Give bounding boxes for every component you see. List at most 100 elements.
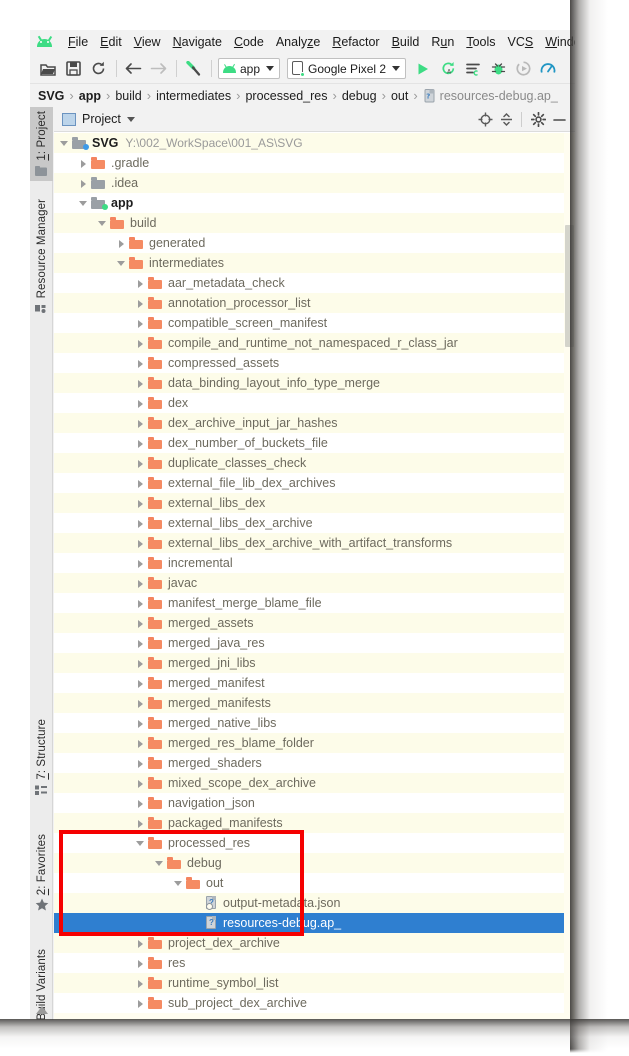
tree-row[interactable]: merged_jni_libs	[54, 653, 564, 673]
sidebar-item-resource-manager[interactable]: Resource Manager	[30, 195, 53, 318]
tree-row[interactable]: compatible_screen_manifest	[54, 313, 564, 333]
chevron-right-icon[interactable]	[135, 398, 146, 409]
tree-row[interactable]: .idea	[54, 173, 564, 193]
tree-row[interactable]: ? output-metadata.json	[54, 893, 564, 913]
tree-row[interactable]: annotation_processor_list	[54, 293, 564, 313]
menu-analyze[interactable]: Analyze	[270, 33, 326, 51]
chevron-right-icon[interactable]	[135, 458, 146, 469]
sync-project-icon[interactable]	[88, 59, 108, 79]
sidebar-item-project[interactable]: 1: Project	[30, 107, 53, 181]
apply-code-changes-icon[interactable]	[463, 59, 483, 79]
chevron-down-icon[interactable]	[154, 858, 165, 869]
menu-tools[interactable]: Tools	[460, 33, 501, 51]
menu-view[interactable]: View	[128, 33, 167, 51]
tree-row[interactable]: project_dex_archive	[54, 933, 564, 953]
navigate-forward-icon[interactable]	[148, 59, 168, 79]
chevron-down-icon[interactable]	[173, 878, 184, 889]
chevron-right-icon[interactable]	[135, 958, 146, 969]
chevron-right-icon[interactable]	[135, 978, 146, 989]
menu-build[interactable]: Build	[386, 33, 426, 51]
tree-row[interactable]: duplicate_classes_check	[54, 453, 564, 473]
chevron-right-icon[interactable]	[135, 678, 146, 689]
breadcrumb-item-2[interactable]: build	[115, 89, 141, 103]
tree-row[interactable]: SVG Y:\002_WorkSpace\001_AS\SVG	[54, 133, 564, 153]
chevron-right-icon[interactable]	[135, 298, 146, 309]
tree-row[interactable]: merged_manifest	[54, 673, 564, 693]
chevron-right-icon[interactable]	[78, 158, 89, 169]
chevron-right-icon[interactable]	[135, 438, 146, 449]
tree-row[interactable]: incremental	[54, 553, 564, 573]
tree-row[interactable]: javac	[54, 573, 564, 593]
tree-row[interactable]: external_libs_dex_archive_with_artifact_…	[54, 533, 564, 553]
tree-row[interactable]: compressed_assets	[54, 353, 564, 373]
tree-row[interactable]: external_libs_dex	[54, 493, 564, 513]
breadcrumb-item-0[interactable]: SVG	[38, 89, 64, 103]
tree-row-selected[interactable]: ? resources-debug.ap_	[54, 913, 564, 933]
menu-refactor[interactable]: Refactor	[326, 33, 385, 51]
chevron-right-icon[interactable]	[135, 998, 146, 1009]
menu-edit[interactable]: Edit	[94, 33, 128, 51]
hide-icon[interactable]	[550, 110, 569, 129]
tree-row[interactable]: packaged_manifests	[54, 813, 564, 833]
chevron-right-icon[interactable]	[135, 938, 146, 949]
chevron-right-icon[interactable]	[135, 698, 146, 709]
chevron-down-icon[interactable]	[97, 218, 108, 229]
chevron-down-icon[interactable]	[59, 138, 70, 149]
tree-row[interactable]: build	[54, 213, 564, 233]
tree-row[interactable]: mixed_scope_dex_archive	[54, 773, 564, 793]
chevron-right-icon[interactable]	[135, 318, 146, 329]
chevron-right-icon[interactable]	[135, 638, 146, 649]
scroll-from-source-icon[interactable]	[476, 110, 495, 129]
menu-vcs[interactable]: VCS	[502, 33, 540, 51]
tree-row[interactable]: merged_java_res	[54, 633, 564, 653]
chevron-right-icon[interactable]	[135, 558, 146, 569]
chevron-right-icon[interactable]	[135, 618, 146, 629]
tree-row[interactable]: compile_and_runtime_not_namespaced_r_cla…	[54, 333, 564, 353]
chevron-right-icon[interactable]	[135, 738, 146, 749]
tree-row[interactable]: debug	[54, 853, 564, 873]
save-all-icon[interactable]	[63, 59, 83, 79]
project-tree-scroll[interactable]: SVG Y:\002_WorkSpace\001_AS\SVG .gradle .id…	[54, 133, 575, 1020]
breadcrumb-item-4[interactable]: processed_res	[245, 89, 327, 103]
chevron-right-icon[interactable]	[135, 378, 146, 389]
chevron-right-icon[interactable]	[135, 538, 146, 549]
chevron-right-icon[interactable]	[135, 338, 146, 349]
menu-navigate[interactable]: Navigate	[167, 33, 228, 51]
tree-row[interactable]: out	[54, 873, 564, 893]
collapse-all-icon[interactable]	[497, 110, 516, 129]
tree-row[interactable]: merged_shaders	[54, 753, 564, 773]
tree-row[interactable]: generated	[54, 233, 564, 253]
tree-row[interactable]: intermediates	[54, 253, 564, 273]
menu-run[interactable]: Run	[425, 33, 460, 51]
chevron-right-icon[interactable]	[135, 598, 146, 609]
breadcrumb-item-6[interactable]: out	[391, 89, 408, 103]
device-selector[interactable]: Google Pixel 2	[287, 58, 407, 79]
tree-row[interactable]: dex_archive_input_jar_hashes	[54, 413, 564, 433]
tree-row[interactable]: merged_assets	[54, 613, 564, 633]
chevron-right-icon[interactable]	[135, 478, 146, 489]
breadcrumb-item-1[interactable]: app	[79, 89, 101, 103]
settings-gear-icon[interactable]	[529, 110, 548, 129]
apply-changes-icon[interactable]: A	[438, 59, 458, 79]
chevron-right-icon[interactable]	[135, 578, 146, 589]
tree-row[interactable]: external_libs_dex_archive	[54, 513, 564, 533]
chevron-down-icon[interactable]	[135, 838, 146, 849]
tree-row[interactable]: data_binding_layout_info_type_merge	[54, 373, 564, 393]
chevron-right-icon[interactable]	[135, 658, 146, 669]
chevron-right-icon[interactable]	[135, 278, 146, 289]
chevron-right-icon[interactable]	[135, 818, 146, 829]
run-coverage-icon[interactable]	[513, 59, 533, 79]
chevron-down-icon[interactable]	[116, 258, 127, 269]
tree-row[interactable]: dex_number_of_buckets_file	[54, 433, 564, 453]
chevron-right-icon[interactable]	[135, 498, 146, 509]
run-icon[interactable]	[413, 59, 433, 79]
tree-row[interactable]: processed_res	[54, 833, 564, 853]
menu-code[interactable]: Code	[228, 33, 270, 51]
tree-row[interactable]: merged_res_blame_folder	[54, 733, 564, 753]
menu-file[interactable]: File	[62, 33, 94, 51]
profiler-icon[interactable]	[538, 59, 558, 79]
run-configuration-selector[interactable]: app	[218, 58, 281, 79]
chevron-right-icon[interactable]	[135, 518, 146, 529]
chevron-right-icon[interactable]	[135, 418, 146, 429]
tree-row[interactable]: manifest_merge_blame_file	[54, 593, 564, 613]
